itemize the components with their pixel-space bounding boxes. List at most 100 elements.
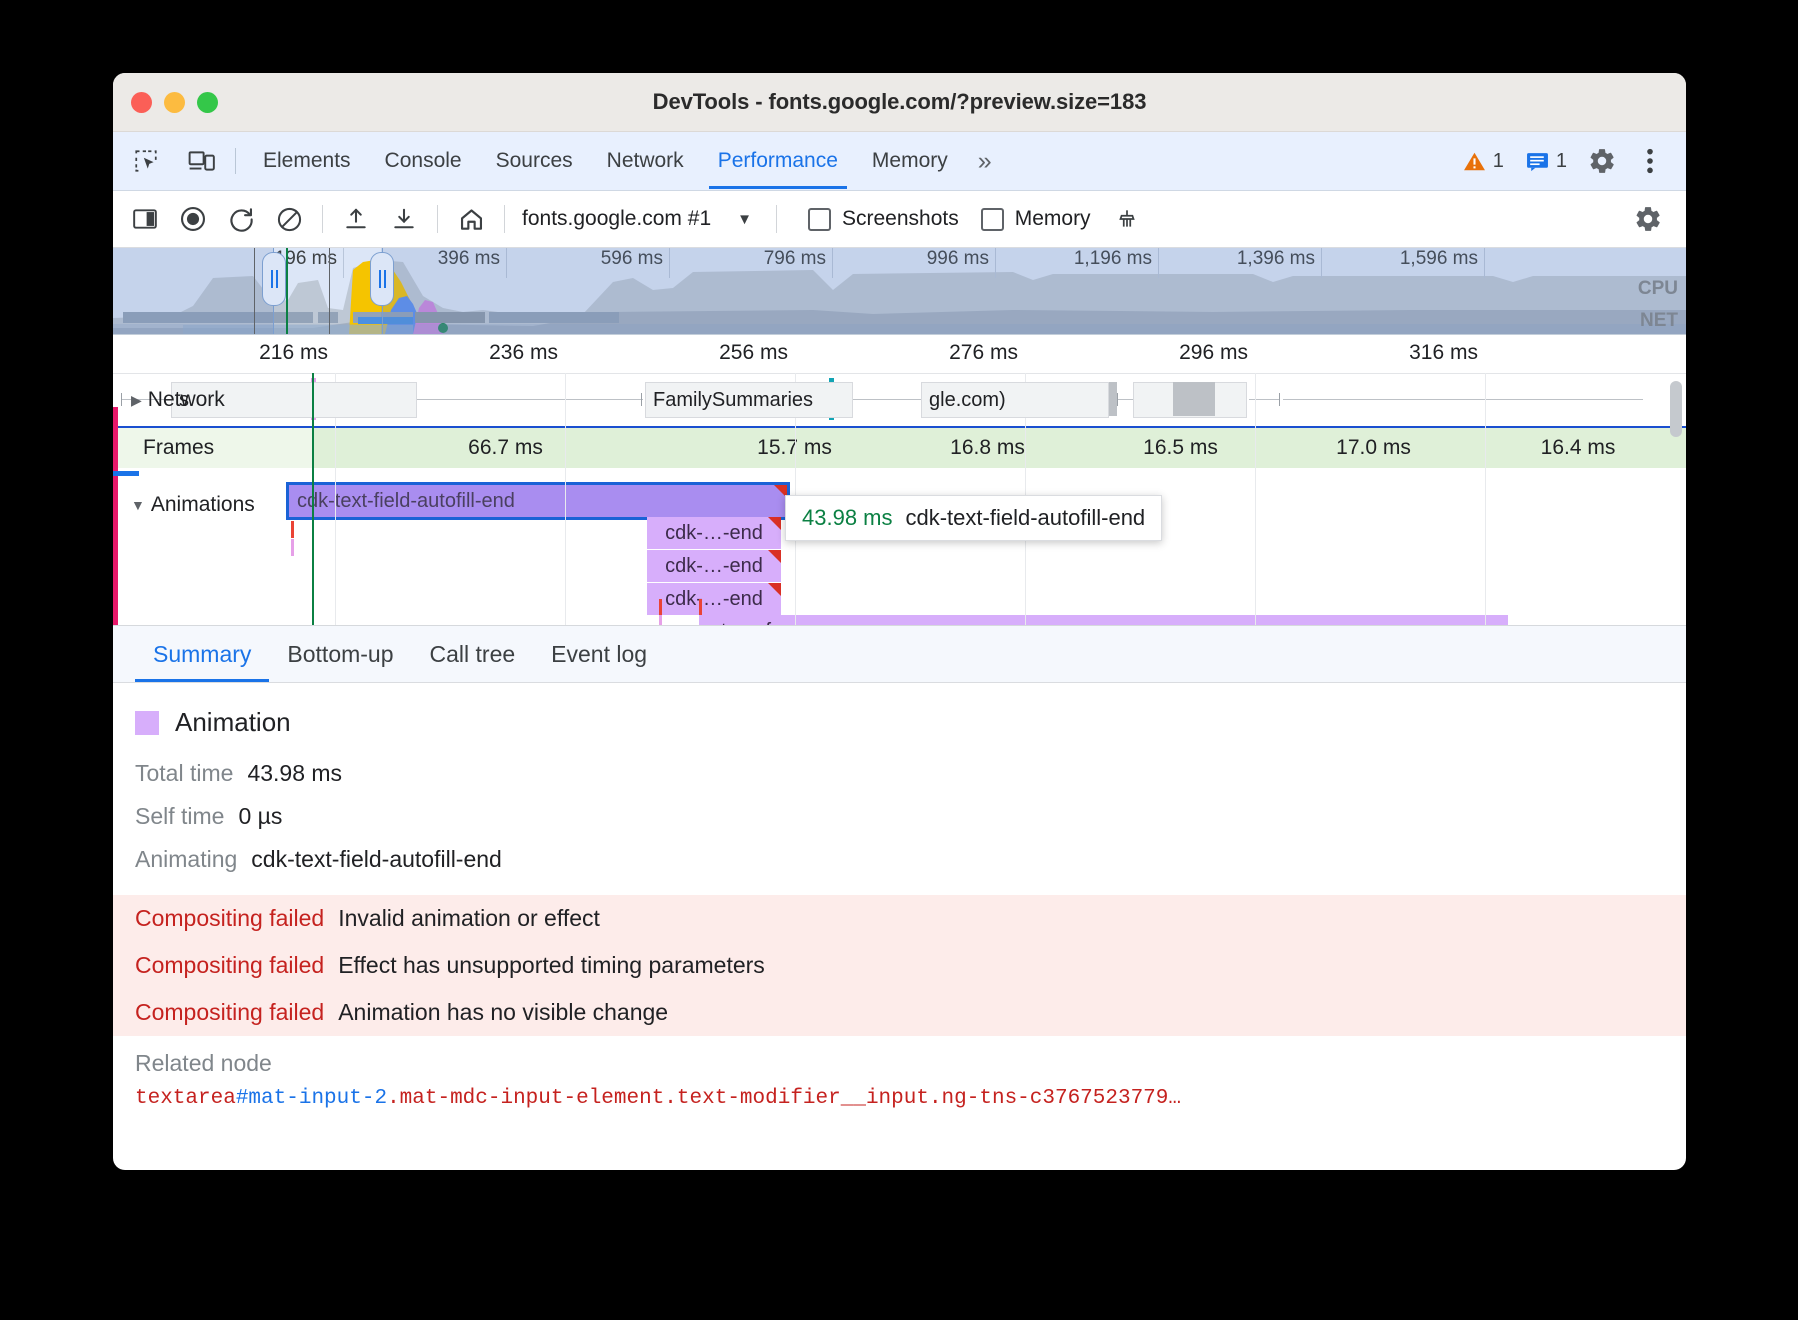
details-tabbar: Summary Bottom-up Call tree Event log bbox=[113, 626, 1686, 683]
memory-checkbox[interactable]: Memory bbox=[981, 207, 1091, 231]
toolbar-divider-3 bbox=[504, 205, 505, 233]
related-node-id: #mat-input-2 bbox=[236, 1087, 387, 1110]
warning-badge[interactable]: 1 bbox=[1454, 150, 1513, 173]
record-icon[interactable] bbox=[169, 197, 217, 241]
flamechart-scrollbar[interactable] bbox=[1670, 381, 1682, 437]
collect-garbage-icon[interactable] bbox=[1103, 197, 1151, 241]
compositing-failure-key-1: Compositing failed bbox=[135, 952, 324, 979]
capture-settings-gear-icon[interactable] bbox=[1624, 197, 1672, 241]
message-count: 1 bbox=[1556, 150, 1567, 173]
summary-row-total-time: Total time 43.98 ms bbox=[113, 752, 1686, 795]
animation-bar-2[interactable]: cdk-…-end bbox=[647, 550, 781, 582]
frame-duration-3[interactable]: 16.5 ms bbox=[1084, 428, 1278, 468]
track-label-frames: Frames bbox=[113, 428, 313, 468]
details-tab-summary[interactable]: Summary bbox=[135, 627, 269, 682]
frame-duration-4[interactable]: 17.0 ms bbox=[1277, 428, 1471, 468]
toolbar-divider bbox=[322, 205, 323, 233]
inspect-element-icon[interactable] bbox=[123, 139, 169, 183]
summary-value-total-time: 43.98 ms bbox=[247, 760, 342, 787]
toolbar-divider-2 bbox=[437, 205, 438, 233]
overview-selection-window[interactable] bbox=[273, 248, 383, 334]
message-bubble-icon bbox=[1526, 151, 1549, 172]
tooltip-duration: 43.98 ms bbox=[802, 505, 893, 531]
summary-body: Animation Total time 43.98 ms Self time … bbox=[113, 683, 1686, 1132]
details-tab-call-tree[interactable]: Call tree bbox=[412, 627, 534, 682]
related-node-selector[interactable]: textarea#mat-input-2.mat-mdc-input-eleme… bbox=[113, 1083, 1686, 1132]
expander-icon-network[interactable]: ▶ bbox=[131, 392, 142, 409]
overview-left-handle[interactable] bbox=[262, 252, 286, 306]
load-profile-icon[interactable] bbox=[332, 197, 380, 241]
tab-performance[interactable]: Performance bbox=[701, 133, 855, 189]
summary-key-total-time: Total time bbox=[135, 760, 233, 787]
compositing-warning-icon-3 bbox=[768, 583, 781, 596]
summary-heading: Animation bbox=[113, 683, 1686, 752]
checkbox-box-memory bbox=[981, 208, 1004, 231]
tab-memory[interactable]: Memory bbox=[855, 133, 965, 189]
perf-toolbar-right bbox=[1624, 197, 1686, 241]
details-tab-bottom-up[interactable]: Bottom-up bbox=[269, 627, 411, 682]
animation-bar-2-label: cdk-…-end bbox=[665, 555, 763, 578]
flamechart-ruler: 216 ms 236 ms 256 ms 276 ms 296 ms 316 m… bbox=[113, 335, 1686, 374]
flame-tick-1: 236 ms bbox=[489, 341, 565, 365]
track-label-network[interactable]: ▶ Network bbox=[131, 388, 225, 412]
track-frames[interactable]: 66.7 ms 15.7 ms 16.8 ms 16.5 ms 17.0 ms … bbox=[113, 428, 1686, 469]
maximize-window-button[interactable] bbox=[197, 92, 218, 113]
close-window-button[interactable] bbox=[131, 92, 152, 113]
tab-elements[interactable]: Elements bbox=[246, 133, 368, 189]
track-label-animations[interactable]: ▼ Animations bbox=[131, 493, 255, 517]
frame-duration-0[interactable]: 66.7 ms bbox=[313, 428, 699, 468]
profile-selector[interactable]: fonts.google.com #1 ▼ bbox=[522, 207, 752, 231]
network-block-c bbox=[1173, 382, 1215, 416]
related-node-label: Related node bbox=[113, 1036, 1686, 1083]
tab-console[interactable]: Console bbox=[368, 133, 479, 189]
network-request-2[interactable]: gle.com) bbox=[921, 382, 1109, 418]
message-badge[interactable]: 1 bbox=[1517, 150, 1576, 173]
reload-and-record-icon[interactable] bbox=[217, 197, 265, 241]
animation-bar-1-label: cdk-…-end bbox=[665, 522, 763, 545]
related-node-classes: .mat-mdc-input-element.text-modifier__in… bbox=[387, 1087, 1181, 1110]
tabbar-divider bbox=[235, 148, 236, 174]
related-node-tag: textarea bbox=[135, 1087, 236, 1110]
track-animations[interactable]: ▼ Animations cdk-text-field-autofill-end… bbox=[113, 469, 1686, 625]
timeline-overview[interactable]: 196 ms 396 ms 596 ms 796 ms 996 ms 1,196… bbox=[113, 248, 1686, 335]
save-profile-icon[interactable] bbox=[380, 197, 428, 241]
track-network[interactable]: ▶ Network s FamilySummaries gle.com) bbox=[113, 374, 1686, 428]
playhead-line bbox=[312, 373, 314, 625]
network-request-1[interactable]: FamilySummaries bbox=[645, 382, 853, 418]
net-label: NET bbox=[1640, 310, 1678, 332]
animation-bar-4[interactable]: transform bbox=[699, 615, 1508, 625]
traffic-lights bbox=[131, 92, 218, 113]
overview-vline-a bbox=[254, 248, 255, 334]
toggle-sidebar-icon[interactable] bbox=[121, 197, 169, 241]
window-title: DevTools - fonts.google.com/?preview.siz… bbox=[113, 89, 1686, 115]
compositing-failure-row-2: Compositing failed Animation has no visi… bbox=[113, 989, 1686, 1036]
details-tab-event-log[interactable]: Event log bbox=[533, 627, 665, 682]
summary-row-animating: Animating cdk-text-field-autofill-end bbox=[113, 838, 1686, 881]
screenshots-checkbox[interactable]: Screenshots bbox=[808, 207, 959, 231]
animation-bar-3[interactable]: cdk-…-end bbox=[647, 583, 781, 615]
compositing-failure-key-2: Compositing failed bbox=[135, 999, 324, 1026]
frame-duration-5[interactable]: 16.4 ms bbox=[1470, 428, 1686, 468]
event-tooltip: 43.98 ms cdk-text-field-autofill-end bbox=[785, 495, 1162, 541]
animation-pink-tick-0 bbox=[291, 539, 294, 556]
device-toolbar-icon[interactable] bbox=[179, 139, 225, 183]
window-titlebar: DevTools - fonts.google.com/?preview.siz… bbox=[113, 73, 1686, 132]
kebab-menu-icon[interactable] bbox=[1628, 139, 1672, 183]
details-pane: Summary Bottom-up Call tree Event log An… bbox=[113, 625, 1686, 1132]
compositing-failure-value-1: Effect has unsupported timing parameters bbox=[338, 952, 765, 979]
clear-icon[interactable] bbox=[265, 197, 313, 241]
frame-duration-2[interactable]: 16.8 ms bbox=[891, 428, 1085, 468]
minimize-window-button[interactable] bbox=[164, 92, 185, 113]
expander-icon-animations[interactable]: ▼ bbox=[131, 497, 145, 513]
tab-network[interactable]: Network bbox=[590, 133, 701, 189]
screen-root: DevTools - fonts.google.com/?preview.siz… bbox=[0, 0, 1798, 1320]
animation-bar-1[interactable]: cdk-…-end bbox=[647, 517, 781, 549]
animation-bar-3-label: cdk-…-end bbox=[665, 588, 763, 611]
overview-right-handle[interactable] bbox=[370, 252, 394, 306]
tab-sources[interactable]: Sources bbox=[479, 133, 590, 189]
animation-bar-0[interactable]: cdk-text-field-autofill-end bbox=[289, 485, 787, 517]
home-icon[interactable] bbox=[447, 197, 495, 241]
settings-gear-icon[interactable] bbox=[1580, 139, 1624, 183]
timeline-flamechart[interactable]: 216 ms 236 ms 256 ms 276 ms 296 ms 316 m… bbox=[113, 335, 1686, 625]
more-tabs-icon[interactable]: » bbox=[965, 133, 1005, 189]
